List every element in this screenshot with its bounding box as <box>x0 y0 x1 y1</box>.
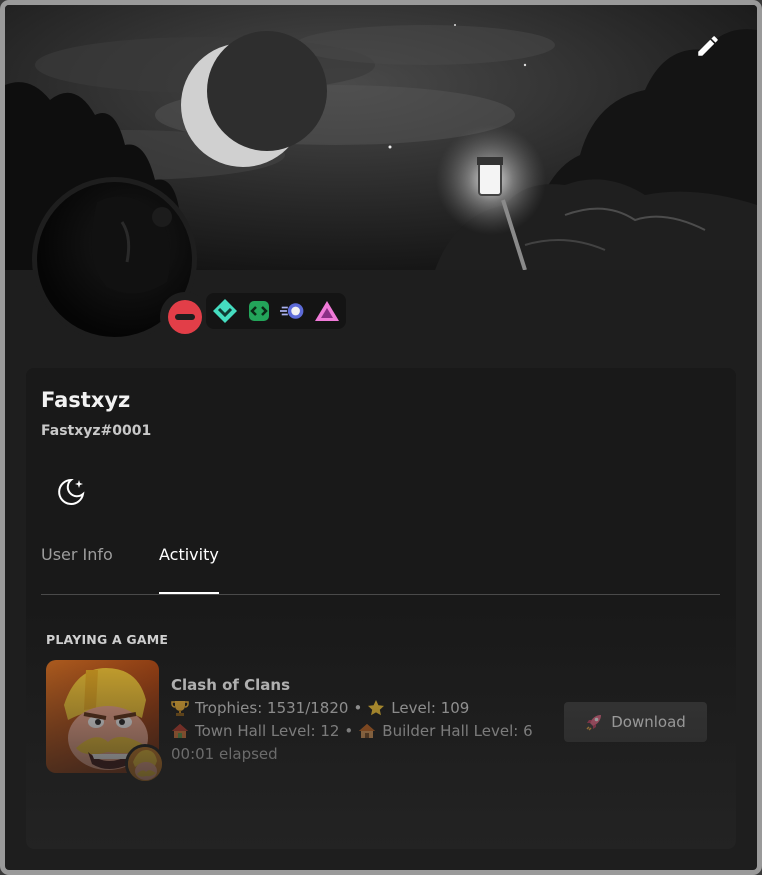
hypesquad-balance-icon[interactable] <box>212 298 238 324</box>
active-developer-icon[interactable] <box>246 298 272 324</box>
edit-banner-button[interactable] <box>691 29 725 63</box>
section-title: PLAYING A GAME <box>46 632 169 647</box>
custom-status[interactable] <box>51 473 89 511</box>
moon-star-icon <box>58 478 85 505</box>
profile-card: Fastxyz Fastxyz#0001 User Info Activity … <box>26 368 736 849</box>
rocket-icon <box>586 715 602 731</box>
house-icon <box>171 722 189 740</box>
profile-tabs: User Info Activity <box>41 533 720 595</box>
avatar[interactable] <box>32 177 210 342</box>
nitro-pink-icon[interactable] <box>314 298 340 324</box>
game-details-line: Town Hall Level: 12 • Builder Hall Level… <box>171 722 533 740</box>
tab-activity[interactable]: Activity <box>159 545 219 594</box>
status-indicator <box>160 292 210 342</box>
separator: • <box>344 722 354 740</box>
elapsed-time: 00:01 elapsed <box>171 745 278 763</box>
user-tag: Fastxyz#0001 <box>41 423 152 439</box>
star-icon <box>367 699 385 717</box>
trophy-icon <box>171 699 189 717</box>
download-label: Download <box>611 713 686 731</box>
profile-popout: Fastxyz Fastxyz#0001 User Info Activity … <box>0 0 762 875</box>
house-icon <box>358 722 376 740</box>
game-rich-presence-icon <box>125 744 165 784</box>
download-button[interactable]: Download <box>564 702 707 742</box>
separator: • <box>353 699 363 717</box>
town-hall-text: Town Hall Level: 12 <box>195 722 340 740</box>
username: Fastxyz <box>41 388 131 412</box>
trophies-text: Trophies: 1531/1820 <box>195 699 349 717</box>
level-text: Level: 109 <box>391 699 470 717</box>
builder-hall-text: Builder Hall Level: 6 <box>382 722 533 740</box>
badge-list <box>206 293 346 329</box>
pencil-icon <box>698 36 718 56</box>
game-details-line: Trophies: 1531/1820 • Level: 109 <box>171 699 469 717</box>
tab-user-info[interactable]: User Info <box>41 545 113 594</box>
game-name: Clash of Clans <box>171 676 291 694</box>
do-not-disturb-icon <box>168 300 202 334</box>
nitro-boost-icon[interactable] <box>280 298 306 324</box>
